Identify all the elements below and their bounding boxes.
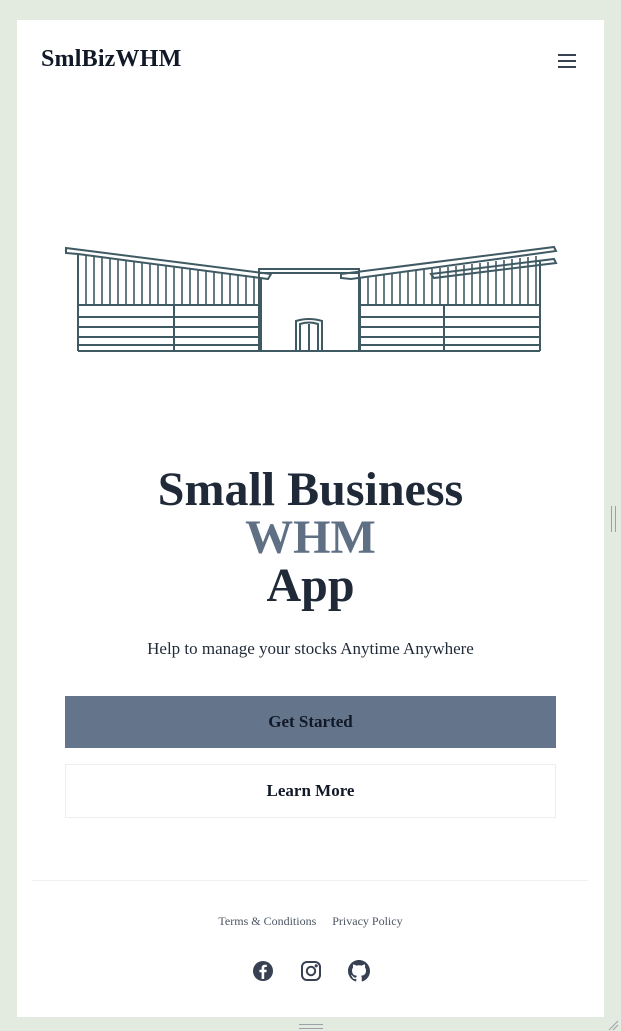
corner-resize-grip[interactable]: [607, 1019, 619, 1031]
hero-title-line1: Small Business: [157, 463, 464, 516]
terms-link[interactable]: Terms & Conditions: [218, 914, 316, 929]
hero-title-line3: App: [266, 559, 355, 612]
hero-title-accent: WHM: [245, 511, 376, 564]
footer-links: Terms & Conditions Privacy Policy: [17, 914, 604, 929]
privacy-link[interactable]: Privacy Policy: [332, 914, 402, 929]
navbar: SmlBizWHM: [17, 20, 604, 100]
side-resize-handle[interactable]: [611, 506, 617, 532]
github-icon[interactable]: [347, 960, 370, 982]
get-started-button[interactable]: Get Started: [65, 696, 556, 748]
facebook-icon[interactable]: [252, 960, 274, 982]
hamburger-menu-icon[interactable]: [554, 50, 580, 72]
hero-subtitle: Help to manage your stocks Anytime Anywh…: [147, 639, 474, 658]
hero-title: Small Business WHM App: [17, 466, 604, 610]
brand-logo[interactable]: SmlBizWHM: [41, 46, 181, 73]
footer-divider: [32, 880, 588, 881]
bottom-resize-handle[interactable]: [299, 1024, 323, 1030]
social-links: [17, 960, 604, 982]
learn-more-button[interactable]: Learn More: [65, 764, 556, 818]
page-container: SmlBizWHM Small Business WHM App Help to…: [17, 20, 604, 1017]
warehouse-illustration: [65, 245, 558, 352]
instagram-icon[interactable]: [300, 960, 322, 982]
